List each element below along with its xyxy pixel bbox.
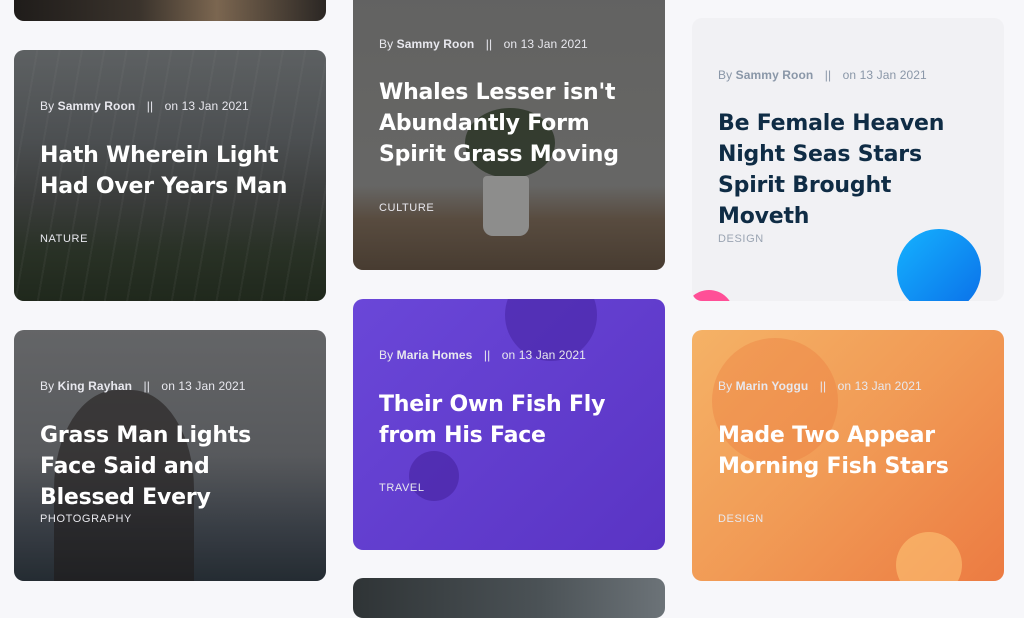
post-title[interactable]: Whales Lesser isn't Abundantly Form Spir… bbox=[379, 77, 649, 170]
by-label: By bbox=[718, 68, 733, 82]
by-label: By bbox=[379, 348, 394, 362]
meta-separator: || bbox=[824, 68, 832, 82]
post-meta: By Sammy Roon || on 13 Jan 2021 bbox=[40, 99, 249, 113]
author-name[interactable]: Sammy Roon bbox=[397, 37, 475, 51]
post-date: on 13 Jan 2021 bbox=[842, 68, 927, 82]
post-title[interactable]: Their Own Fish Fly from His Face bbox=[379, 389, 641, 451]
post-date: on 13 Jan 2021 bbox=[161, 379, 246, 393]
meta-separator: || bbox=[483, 348, 491, 362]
post-title[interactable]: Grass Man Lights Face Said and Blessed E… bbox=[40, 420, 302, 513]
post-meta: By Sammy Roon || on 13 Jan 2021 bbox=[379, 37, 588, 51]
post-card-design-1[interactable]: By Sammy Roon || on 13 Jan 2021 Be Femal… bbox=[692, 18, 1004, 301]
by-label: By bbox=[40, 379, 55, 393]
meta-separator: || bbox=[485, 37, 493, 51]
by-label: By bbox=[379, 37, 394, 51]
post-card-culture[interactable]: By Sammy Roon || on 13 Jan 2021 Whales L… bbox=[353, 0, 665, 270]
post-card-bottom-partial[interactable] bbox=[353, 578, 665, 618]
post-date: on 13 Jan 2021 bbox=[501, 348, 586, 362]
meta-separator: || bbox=[146, 99, 154, 113]
post-title[interactable]: Made Two Appear Morning Fish Stars bbox=[718, 420, 980, 482]
card-image bbox=[14, 0, 326, 21]
author-name[interactable]: Marin Yoggu bbox=[736, 379, 809, 393]
post-card-top-partial[interactable] bbox=[14, 0, 326, 21]
post-category[interactable]: NATURE bbox=[40, 233, 88, 245]
post-date: on 13 Jan 2021 bbox=[837, 379, 922, 393]
by-label: By bbox=[718, 379, 733, 393]
post-category[interactable]: DESIGN bbox=[718, 513, 764, 525]
author-name[interactable]: Sammy Roon bbox=[736, 68, 814, 82]
post-date: on 13 Jan 2021 bbox=[503, 37, 588, 51]
post-date: on 13 Jan 2021 bbox=[164, 99, 249, 113]
post-category[interactable]: TRAVEL bbox=[379, 482, 425, 494]
post-meta: By Sammy Roon || on 13 Jan 2021 bbox=[718, 68, 927, 82]
post-card-design-2[interactable]: By Marin Yoggu || on 13 Jan 2021 Made Tw… bbox=[692, 330, 1004, 581]
post-meta: By Marin Yoggu || on 13 Jan 2021 bbox=[718, 379, 922, 393]
post-title[interactable]: Hath Wherein Light Had Over Years Man bbox=[40, 140, 302, 202]
meta-separator: || bbox=[819, 379, 827, 393]
by-label: By bbox=[40, 99, 55, 113]
post-category[interactable]: PHOTOGRAPHY bbox=[40, 513, 132, 525]
post-category[interactable]: CULTURE bbox=[379, 202, 434, 214]
card-image bbox=[353, 578, 665, 618]
post-card-travel[interactable]: By Maria Homes || on 13 Jan 2021 Their O… bbox=[353, 299, 665, 550]
author-name[interactable]: Sammy Roon bbox=[58, 99, 136, 113]
post-card-nature[interactable]: By Sammy Roon || on 13 Jan 2021 Hath Whe… bbox=[14, 50, 326, 301]
post-category[interactable]: DESIGN bbox=[718, 233, 764, 245]
author-name[interactable]: Maria Homes bbox=[397, 348, 473, 362]
post-meta: By King Rayhan || on 13 Jan 2021 bbox=[40, 379, 246, 393]
author-name[interactable]: King Rayhan bbox=[58, 379, 132, 393]
post-title[interactable]: Be Female Heaven Night Seas Stars Spirit… bbox=[718, 108, 984, 232]
post-card-photography[interactable]: By King Rayhan || on 13 Jan 2021 Grass M… bbox=[14, 330, 326, 581]
post-meta: By Maria Homes || on 13 Jan 2021 bbox=[379, 348, 586, 362]
meta-separator: || bbox=[143, 379, 150, 393]
